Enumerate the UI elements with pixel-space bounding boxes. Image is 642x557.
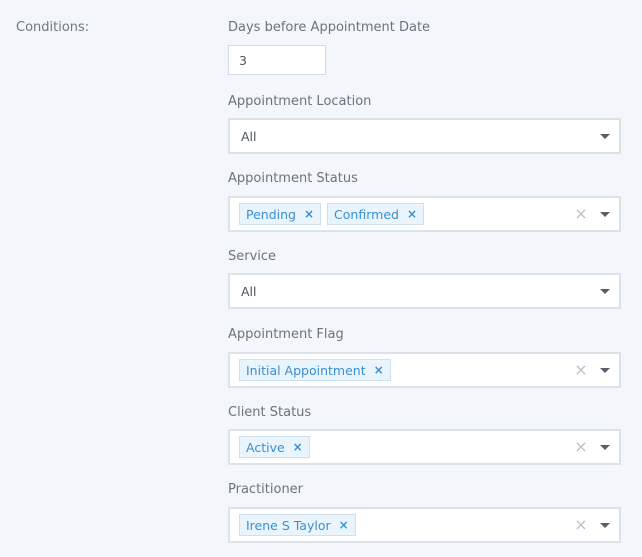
days-before-label: Days before Appointment Date [228,20,431,35]
appointment-flag-tags: Initial Appointment × [239,359,570,381]
appointment-location-value: All [241,128,257,144]
chevron-down-icon[interactable] [600,367,610,373]
days-before-input[interactable]: 3 [228,45,326,75]
client-status-tags: Active × [239,436,570,458]
practitioner-select[interactable]: Irene S Taylor × × [228,507,621,543]
client-status-label: Client Status [228,405,312,420]
practitioner-label: Practitioner [228,482,304,497]
appointment-status-tags: Pending × Confirmed × [239,203,570,225]
tag-confirmed: Confirmed × [327,203,425,225]
tag-irene-s-taylor: Irene S Taylor × [239,514,356,536]
appointment-flag-label: Appointment Flag [228,327,344,342]
tag-label: Confirmed [334,206,399,222]
service-value: All [241,283,257,299]
chevron-down-icon[interactable] [600,444,610,450]
chevron-down-icon[interactable] [600,133,610,139]
tag-active: Active × [239,436,310,458]
appointment-location-label: Appointment Location [228,94,372,109]
tag-label: Irene S Taylor [246,517,331,533]
tag-label: Pending [246,206,296,222]
conditions-label: Conditions: [16,20,90,35]
chevron-down-icon[interactable] [600,522,610,528]
clear-icon[interactable]: × [570,439,592,455]
tag-initial-appointment: Initial Appointment × [239,359,391,381]
chevron-down-icon[interactable] [600,288,610,294]
clear-icon[interactable]: × [570,517,592,533]
tag-remove-icon[interactable]: × [293,440,303,454]
appointment-status-label: Appointment Status [228,171,358,186]
practitioner-tags: Irene S Taylor × [239,514,570,536]
chevron-down-icon[interactable] [600,211,610,217]
tag-remove-icon[interactable]: × [374,363,384,377]
appointment-flag-select[interactable]: Initial Appointment × × [228,352,621,388]
tag-label: Active [246,439,285,455]
clear-icon[interactable]: × [570,206,592,222]
appointment-status-select[interactable]: Pending × Confirmed × × [228,196,621,232]
service-select[interactable]: All [228,273,621,309]
tag-pending: Pending × [239,203,322,225]
days-before-value: 3 [239,52,247,68]
tag-remove-icon[interactable]: × [407,207,417,221]
tag-remove-icon[interactable]: × [339,518,349,532]
clear-icon[interactable]: × [570,362,592,378]
client-status-select[interactable]: Active × × [228,429,621,465]
tag-label: Initial Appointment [246,362,366,378]
appointment-location-select[interactable]: All [228,118,621,154]
tag-remove-icon[interactable]: × [304,207,314,221]
service-label: Service [228,249,277,264]
